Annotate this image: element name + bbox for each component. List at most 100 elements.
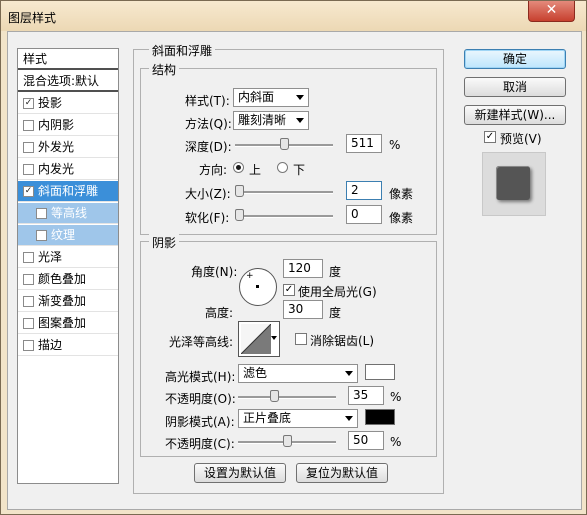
style-item-outer-glow[interactable]: 外发光	[18, 137, 118, 158]
size-input[interactable]: 2	[346, 181, 382, 200]
direction-down-radio[interactable]	[277, 162, 288, 173]
contour-curve-icon	[241, 324, 271, 354]
shadow-opacity-label: 不透明度(C):	[165, 437, 235, 451]
style-item-pattern-overlay[interactable]: 图案叠加	[18, 313, 118, 334]
chevron-down-icon	[345, 371, 353, 376]
direction-up-radio[interactable]	[233, 162, 244, 173]
style-preview-thumbnail	[482, 152, 546, 216]
new-style-button[interactable]: 新建样式(W)...	[464, 105, 566, 125]
shading-title: 阴影	[149, 234, 180, 251]
angle-label: 角度(N):	[191, 265, 238, 279]
styles-list: 样式 混合选项:默认 ✓ 投影 内阴影 外发光 内发光 ✓ 斜面和浮雕 等高线 …	[17, 48, 119, 484]
shadow-opacity-slider-thumb[interactable]	[283, 435, 292, 447]
direction-up-label: 上	[249, 163, 262, 177]
style-item-inner-glow[interactable]: 内发光	[18, 159, 118, 180]
angle-dial[interactable]: +	[239, 268, 277, 306]
structure-group: 结构 样式(T): 内斜面 方法(Q): 雕刻清晰 深度(D): 511 % 方…	[140, 61, 437, 235]
soften-label: 软化(F):	[185, 211, 230, 225]
style-checkbox[interactable]: ✓	[23, 98, 34, 109]
chevron-down-icon	[345, 416, 353, 421]
global-light-label: 使用全局光(G)	[298, 285, 377, 299]
style-item-color-overlay[interactable]: 颜色叠加	[18, 269, 118, 290]
style-item-texture[interactable]: 纹理	[18, 225, 118, 246]
cancel-button[interactable]: 取消	[464, 77, 566, 97]
gloss-contour-picker[interactable]	[238, 321, 280, 357]
style-item-drop-shadow[interactable]: ✓ 投影	[18, 93, 118, 114]
style-checkbox[interactable]	[23, 120, 34, 131]
style-select[interactable]: 内斜面	[233, 88, 309, 107]
shadow-opacity-input[interactable]: 50	[348, 431, 384, 450]
dial-center-icon	[256, 285, 259, 288]
style-checkbox[interactable]	[36, 208, 47, 219]
altitude-label: 高度:	[205, 306, 234, 320]
highlight-mode-select[interactable]: 滤色	[238, 364, 358, 383]
style-item-contour[interactable]: 等高线	[18, 203, 118, 224]
style-checkbox[interactable]	[23, 252, 34, 263]
antialias-label: 消除锯齿(L)	[310, 334, 375, 348]
style-checkbox[interactable]: ✓	[23, 186, 34, 197]
style-checkbox[interactable]	[23, 164, 34, 175]
altitude-unit: 度	[329, 306, 342, 320]
reset-default-button[interactable]: 复位为默认值	[296, 463, 388, 483]
dialog-body: 样式 混合选项:默认 ✓ 投影 内阴影 外发光 内发光 ✓ 斜面和浮雕 等高线 …	[7, 31, 582, 510]
soften-input[interactable]: 0	[346, 205, 382, 224]
highlight-opacity-slider-thumb[interactable]	[269, 390, 279, 402]
shadow-color-swatch[interactable]	[365, 409, 395, 425]
depth-slider-thumb[interactable]	[280, 138, 289, 150]
size-slider[interactable]	[235, 191, 333, 194]
blending-options-item[interactable]: 混合选项:默认	[18, 71, 118, 92]
highlight-opacity-slider[interactable]	[238, 396, 336, 399]
direction-down-label: 下	[293, 163, 306, 177]
title-bar[interactable]: 图层样式 ✕	[1, 1, 586, 31]
technique-label: 方法(Q):	[185, 117, 232, 131]
antialias-checkbox[interactable]	[295, 333, 307, 345]
style-label: 样式(T):	[185, 94, 230, 108]
structure-title: 结构	[149, 61, 180, 78]
close-button[interactable]: ✕	[528, 1, 575, 22]
style-item-inner-shadow[interactable]: 内阴影	[18, 115, 118, 136]
depth-label: 深度(D):	[185, 140, 232, 154]
chevron-down-icon	[296, 95, 304, 100]
angle-input[interactable]: 120	[283, 259, 323, 278]
global-light-checkbox[interactable]: ✓	[283, 284, 295, 296]
preview-checkbox[interactable]: ✓	[484, 131, 496, 143]
soften-unit: 像素	[389, 211, 414, 225]
bevel-emboss-panel: 斜面和浮雕 结构 样式(T): 内斜面 方法(Q): 雕刻清晰 深度(D): 5…	[133, 42, 444, 494]
technique-select[interactable]: 雕刻清晰	[233, 111, 309, 130]
preview-label: 预览(V)	[500, 132, 542, 146]
depth-unit: %	[389, 138, 401, 152]
soften-slider[interactable]	[235, 215, 333, 218]
ok-button[interactable]: 确定	[464, 49, 566, 69]
shadow-opacity-unit: %	[390, 435, 402, 449]
chevron-down-icon	[271, 336, 277, 340]
direction-label: 方向:	[199, 163, 228, 177]
highlight-color-swatch[interactable]	[365, 364, 395, 380]
style-checkbox[interactable]	[23, 340, 34, 351]
layer-style-dialog: 图层样式 ✕ 样式 混合选项:默认 ✓ 投影 内阴影 外发光 内发光 ✓ 斜面和…	[0, 0, 587, 515]
make-default-button[interactable]: 设置为默认值	[194, 463, 286, 483]
style-item-gradient-overlay[interactable]: 渐变叠加	[18, 291, 118, 312]
style-item-stroke[interactable]: 描边	[18, 335, 118, 356]
preview-swatch-icon	[496, 166, 530, 200]
highlight-mode-label: 高光模式(H):	[165, 370, 236, 384]
size-label: 大小(Z):	[185, 187, 231, 201]
style-checkbox[interactable]	[36, 230, 47, 241]
light-source-icon: +	[246, 271, 254, 281]
style-item-satin[interactable]: 光泽	[18, 247, 118, 268]
styles-header[interactable]: 样式	[18, 49, 118, 70]
altitude-input[interactable]: 30	[283, 300, 323, 319]
section-title: 斜面和浮雕	[149, 42, 216, 59]
style-checkbox[interactable]	[23, 274, 34, 285]
shading-group: 阴影 角度(N): + 120 度 ✓ 使用全局光(G) 高度: 30 度 光泽…	[140, 234, 437, 457]
shadow-mode-select[interactable]: 正片叠底	[238, 409, 358, 428]
gloss-contour-label: 光泽等高线:	[169, 335, 234, 349]
highlight-opacity-label: 不透明度(O):	[165, 392, 236, 406]
style-item-bevel-emboss[interactable]: ✓ 斜面和浮雕	[18, 181, 118, 202]
soften-slider-thumb[interactable]	[235, 209, 244, 221]
style-checkbox[interactable]	[23, 318, 34, 329]
style-checkbox[interactable]	[23, 142, 34, 153]
depth-input[interactable]: 511	[346, 134, 382, 153]
size-slider-thumb[interactable]	[235, 185, 244, 197]
highlight-opacity-input[interactable]: 35	[348, 386, 384, 405]
style-checkbox[interactable]	[23, 296, 34, 307]
